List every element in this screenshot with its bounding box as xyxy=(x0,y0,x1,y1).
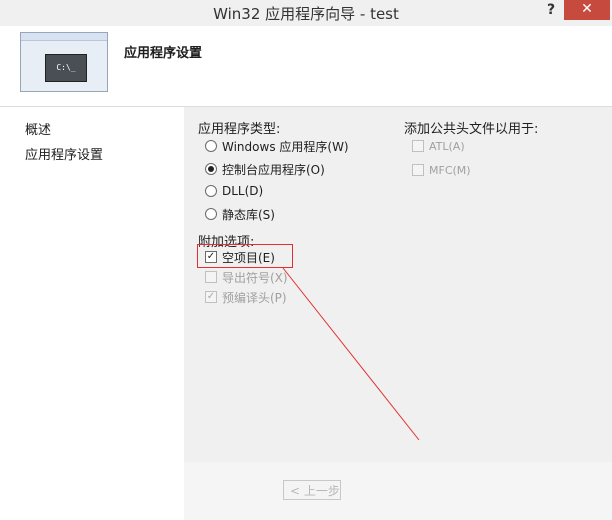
app-type-label: 应用程序类型: xyxy=(198,122,281,137)
checkmark-icon: ✓ xyxy=(205,291,217,303)
highlight-box xyxy=(197,244,293,268)
help-button[interactable]: ? xyxy=(540,0,562,22)
checkbox-atl-label: ATL(A) xyxy=(429,139,465,153)
thumbnail-titlebar xyxy=(21,33,107,41)
settings-panel: 应用程序类型: Windows 应用程序(W) 控制台应用程序(O) DLL(D… xyxy=(184,107,612,440)
checkbox-precompiled-header: ✓ 预编译头(P) xyxy=(205,288,287,306)
checkbox-mfc: MFC(M) xyxy=(412,161,471,179)
checkbox-atl: ATL(A) xyxy=(412,137,465,155)
checkbox-export-symbols: 导出符号(X) xyxy=(205,268,288,286)
wizard-footer: < 上一步 xyxy=(184,440,612,520)
sidebar-item-overview[interactable]: 概述 xyxy=(25,119,51,138)
radio-console-app-label: 控制台应用程序(O) xyxy=(222,162,325,177)
title-bar: Win32 应用程序向导 - test ? ✕ xyxy=(0,0,612,26)
back-button[interactable]: < 上一步 xyxy=(283,480,341,500)
checkbox-icon xyxy=(205,271,217,283)
close-button[interactable]: ✕ xyxy=(564,0,610,20)
checkbox-icon xyxy=(412,140,424,152)
checkbox-precompiled-header-label: 预编译头(P) xyxy=(222,290,287,305)
radio-windows-app[interactable]: Windows 应用程序(W) xyxy=(205,137,349,155)
radio-button-icon xyxy=(205,140,217,152)
footer-button-area: < 上一步 xyxy=(184,462,612,520)
checkbox-export-symbols-label: 导出符号(X) xyxy=(222,270,288,285)
wizard-sidebar: 概述 应用程序设置 xyxy=(0,107,184,520)
page-title: 应用程序设置 xyxy=(124,46,203,61)
radio-dll-label: DLL(D) xyxy=(222,184,264,198)
wizard-header: C:\_ 应用程序设置 xyxy=(0,26,612,107)
window-title: Win32 应用程序向导 - test xyxy=(213,5,399,23)
common-headers-label: 添加公共头文件以用于: xyxy=(404,122,539,137)
radio-dll[interactable]: DLL(D) xyxy=(205,182,263,200)
radio-button-icon xyxy=(205,208,217,220)
radio-button-selected-icon xyxy=(205,163,217,175)
radio-windows-app-label: Windows 应用程序(W) xyxy=(222,139,349,154)
radio-button-icon xyxy=(205,185,217,197)
radio-static-lib-label: 静态库(S) xyxy=(222,207,275,222)
radio-static-lib[interactable]: 静态库(S) xyxy=(205,205,275,223)
radio-console-app[interactable]: 控制台应用程序(O) xyxy=(205,160,325,178)
checkbox-mfc-label: MFC(M) xyxy=(429,163,471,177)
console-prompt-icon: C:\_ xyxy=(45,54,87,82)
sidebar-item-app-settings[interactable]: 应用程序设置 xyxy=(25,144,103,163)
console-app-thumbnail: C:\_ xyxy=(20,32,108,92)
checkbox-icon xyxy=(412,164,424,176)
